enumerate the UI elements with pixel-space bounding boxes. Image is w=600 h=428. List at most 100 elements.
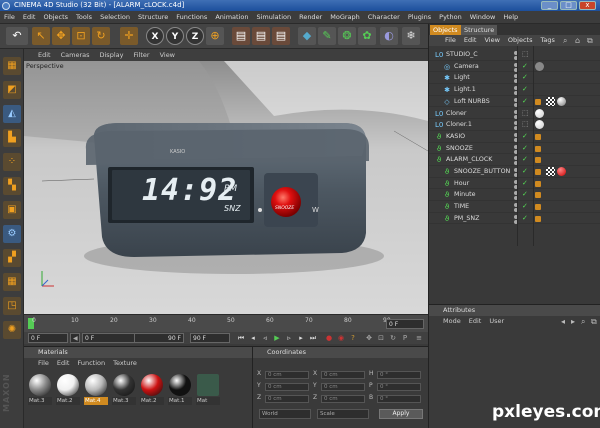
cube-icon[interactable]: ◆ [298,27,316,45]
object-row[interactable]: ϑ ALARM_CLOCK ✓ [429,154,600,166]
object-row[interactable]: ✱ Light.1 ✓ [429,84,600,96]
object-row[interactable]: ϑ SNOOZE ✓ [429,143,600,155]
last-frame-icon[interactable]: ⏭ [308,333,318,343]
menu-plugins[interactable]: Plugins [408,13,431,21]
coord-value-field[interactable]: 0 ° [377,383,421,391]
spline-icon[interactable]: ✎ [318,27,336,45]
menu-edit[interactable]: Edit [23,13,36,21]
viewport-menu-filter[interactable]: Filter [133,51,149,59]
timeline-menu-icon[interactable]: ≡ [414,333,424,343]
viewport-menu-display[interactable]: Display [100,51,124,59]
menu-objects[interactable]: Objects [43,13,68,21]
enabled-check-icon[interactable]: ✓ [522,201,528,212]
objects-menu-file[interactable]: File [445,35,456,46]
apply-button[interactable]: Apply [379,409,423,419]
coord-value-field[interactable]: 0 ° [377,395,421,403]
menu-character[interactable]: Character [368,13,400,21]
tag-phong-icon[interactable] [535,145,541,152]
coord-value-field[interactable]: 0 cm [321,371,365,379]
coord-value-field[interactable]: 0 cm [265,383,309,391]
enabled-check-icon[interactable]: ✓ [522,84,528,95]
points-mode-icon[interactable]: ⁘ [3,153,21,171]
tag-phong-icon[interactable] [535,215,541,222]
move-icon[interactable]: ✥ [52,27,70,45]
timeline-ruler[interactable]: 0102030405060708090 0 F [24,314,428,332]
x-axis-icon[interactable]: X [146,27,164,45]
texture-mode-icon[interactable]: ◭ [3,105,21,123]
attributes-menu-user[interactable]: User [489,316,504,327]
material-swatch[interactable]: Mat.3 [112,374,136,406]
enabled-check-icon[interactable]: ✓ [522,61,528,72]
attr-lock-icon[interactable]: ⧉ [591,317,597,327]
viewport[interactable]: Perspective 14:92 PM SNZ KASIO SNOOZE W [24,61,428,314]
enabled-check-icon[interactable]: ✓ [522,189,528,200]
object-row[interactable]: ϑ TIME ✓ [429,201,600,213]
objects-menu-tags[interactable]: Tags [540,35,554,46]
material-swatch[interactable]: Mat.2 [56,374,80,406]
menu-python[interactable]: Python [439,13,462,21]
workplane-icon[interactable]: ▙ [3,129,21,147]
deformer-icon[interactable]: ◐ [380,27,398,45]
material-swatch[interactable]: Mat.4 [84,374,108,406]
materials-menu-file[interactable]: File [38,358,49,369]
live-select-icon[interactable]: ↖ [32,27,50,45]
tag-red-icon[interactable] [557,167,566,176]
materials-menu-edit[interactable]: Edit [57,358,70,369]
panel-menu-icon[interactable]: ⧉ [587,36,593,46]
objects-menu-objects[interactable]: Objects [508,35,533,46]
render-view-icon[interactable]: ▤ [232,27,250,45]
tag-phong-icon[interactable] [535,180,541,187]
tag-phong-icon[interactable] [535,204,541,211]
axis-mode-icon[interactable]: ⚙ [3,225,21,243]
coord-value-field[interactable]: 0 cm [265,395,309,403]
attributes-menu-edit[interactable]: Edit [469,316,482,327]
z-axis-icon[interactable]: Z [186,27,204,45]
object-row[interactable]: L0 Cloner.1 ⬚ [429,119,600,131]
enabled-check-icon[interactable]: ✓ [522,72,528,83]
undo-icon[interactable]: ↶ [6,27,28,45]
enabled-check-icon[interactable]: ✓ [522,166,528,177]
menu-window[interactable]: Window [470,13,496,21]
object-row[interactable]: ϑ KASIO ✓ [429,131,600,143]
tag-white-icon[interactable] [535,120,544,130]
rotate-icon[interactable]: ↻ [92,27,110,45]
start-frame-field[interactable]: 0 F [28,333,68,343]
record-icon[interactable]: ● [324,333,334,343]
play-icon[interactable]: ▶ [272,333,282,343]
enabled-check-icon[interactable]: ✓ [522,154,528,165]
menu-structure[interactable]: Structure [138,13,168,21]
attr-forward-icon[interactable]: ▸ [571,317,575,326]
y-axis-icon[interactable]: Y [166,27,184,45]
enabled-check-icon[interactable]: ✓ [522,143,528,154]
scale-dropdown[interactable]: Scale [317,409,369,419]
model-mode-icon[interactable]: ◩ [3,81,21,99]
render-settings-icon[interactable]: ▤ [272,27,290,45]
menu-help[interactable]: Help [503,13,518,21]
current-frame-field[interactable]: 0 F [386,319,424,329]
home-icon[interactable]: ⌂ [575,36,580,45]
enabled-check-icon[interactable]: ⬚ [522,108,529,119]
tag-checker-icon[interactable] [546,167,555,176]
rotation-key-icon[interactable]: ↻ [388,333,398,343]
objects-menu-view[interactable]: View [484,35,499,46]
object-row[interactable]: L0 Cloner ⬚ [429,108,600,120]
menu-functions[interactable]: Functions [176,13,207,21]
menu-animation[interactable]: Animation [215,13,248,21]
menu-render[interactable]: Render [299,13,322,21]
make-editable-icon[interactable]: ▦ [3,57,21,75]
preview-end-field[interactable]: 90 F [134,333,184,343]
tag-phong-icon[interactable] [535,98,541,105]
tab-structure[interactable]: Structure [461,25,498,35]
tag-sphere-icon[interactable] [557,96,566,106]
enabled-check-icon[interactable]: ✓ [522,131,528,142]
coord-value-field[interactable]: 0 cm [321,395,365,403]
tag-phong-icon[interactable] [535,133,541,140]
prev-frame-icon[interactable]: ◃ [260,333,270,343]
param-key-icon[interactable]: P [400,333,410,343]
maximize-button[interactable]: □ [560,1,577,10]
enabled-check-icon[interactable]: ✓ [522,213,528,224]
object-row[interactable]: ϑ PM_SNZ ✓ [429,213,600,225]
world-dropdown[interactable]: World [259,409,311,419]
tag-phong-icon[interactable] [535,157,541,164]
material-swatch[interactable]: Mat.1 [168,374,192,406]
